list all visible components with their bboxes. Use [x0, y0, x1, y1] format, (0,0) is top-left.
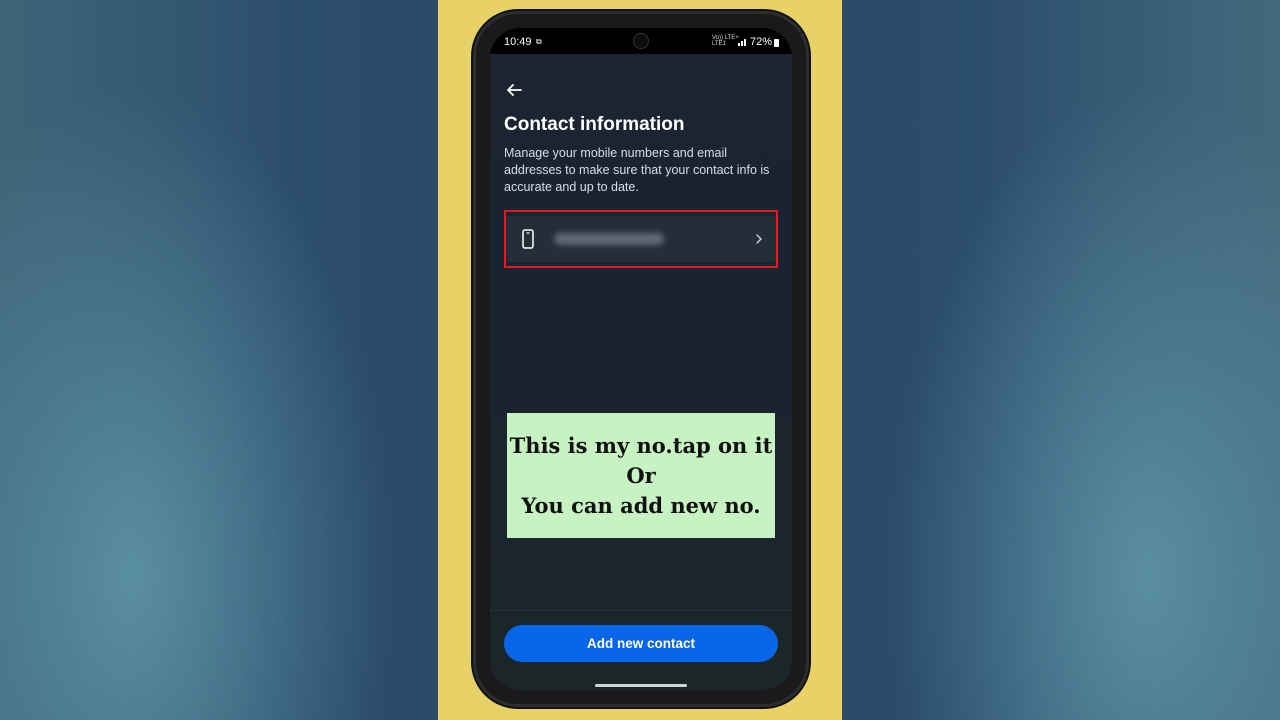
home-indicator[interactable]	[595, 684, 687, 687]
caption-line-1: This is my no.tap on it	[509, 432, 773, 458]
add-new-contact-button[interactable]: Add new contact	[504, 625, 778, 662]
caption-line-3: You can add new no.	[521, 492, 761, 518]
back-arrow-icon	[507, 84, 522, 96]
front-camera	[633, 33, 649, 49]
page-description: Manage your mobile numbers and email add…	[504, 146, 770, 194]
screen-record-icon: ⧉	[536, 37, 542, 46]
status-bar: 10:49 ⧉ Vo)) LTE+ LTE1 72%	[490, 28, 792, 54]
signal-icon	[738, 38, 748, 46]
contact-information-page: Contact information Manage your mobile n…	[490, 54, 792, 690]
blurred-background-left	[0, 0, 438, 720]
phone-screen: 10:49 ⧉ Vo)) LTE+ LTE1 72% Contact infor…	[490, 28, 792, 690]
back-button[interactable]	[502, 78, 526, 102]
status-time: 10:49	[504, 36, 532, 48]
network-indicator: Vo)) LTE+ LTE1	[712, 35, 739, 47]
footer-divider	[490, 610, 792, 611]
red-highlight-box	[504, 210, 778, 268]
annotation-caption: This is my no.tap on it Or You can add n…	[507, 413, 775, 538]
blurred-background-right	[842, 0, 1280, 720]
network-label-bottom: LTE1	[712, 41, 726, 47]
caption-line-2: Or	[626, 462, 656, 488]
battery-percent: 72%	[750, 36, 773, 48]
battery-icon	[774, 39, 779, 47]
page-title: Contact information	[504, 114, 685, 135]
